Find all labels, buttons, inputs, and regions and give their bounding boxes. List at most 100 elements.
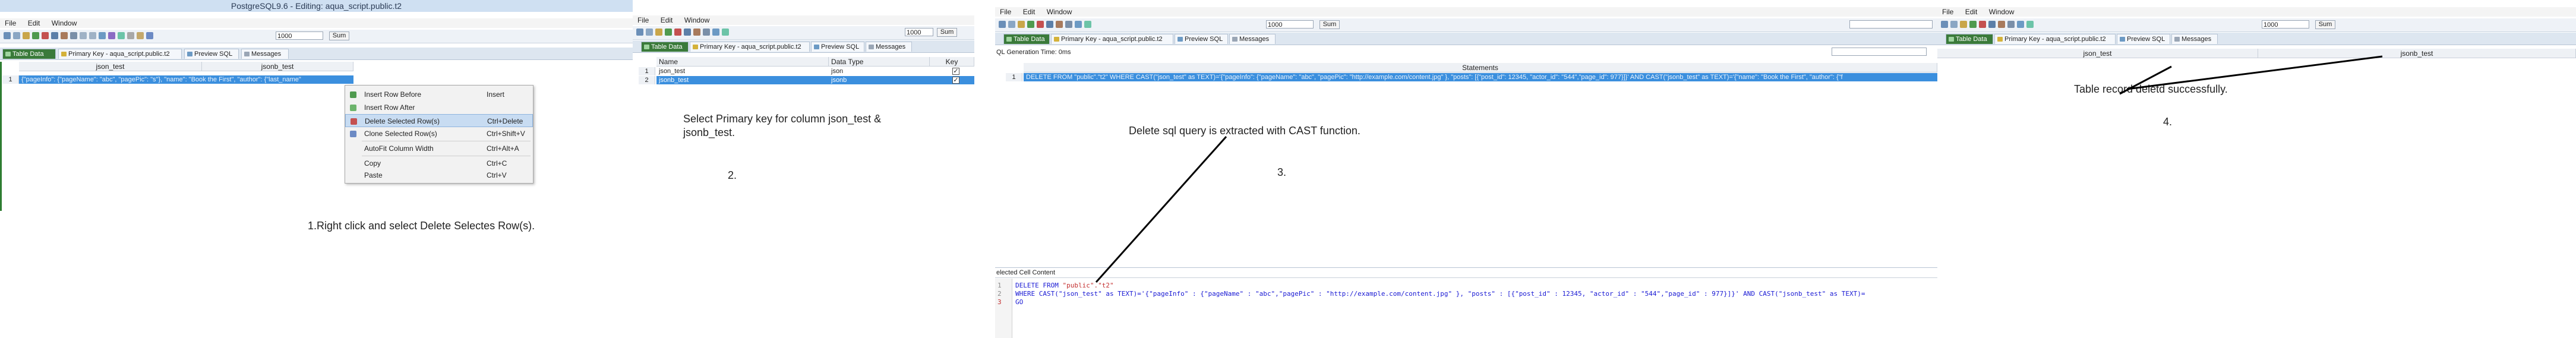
sort-icon[interactable] xyxy=(1075,21,1082,28)
row-number[interactable]: 2 xyxy=(639,76,655,84)
sort-icon[interactable] xyxy=(712,29,719,36)
add-row-icon[interactable] xyxy=(32,32,39,39)
column-header-jsonb-test[interactable]: jsonb_test xyxy=(202,62,353,71)
code-line-1[interactable]: DELETE FROM "public"."t2" xyxy=(1015,282,1114,289)
grid-icon[interactable] xyxy=(1084,21,1091,28)
menu-item-insert-row-after[interactable]: Insert Row After xyxy=(345,101,533,114)
help-icon[interactable] xyxy=(146,32,153,39)
filter-icon[interactable] xyxy=(655,29,662,36)
sum-button[interactable]: Sum xyxy=(1319,20,1340,29)
filter-icon[interactable] xyxy=(23,32,30,39)
save-icon[interactable] xyxy=(999,21,1006,28)
sum-button[interactable]: Sum xyxy=(329,31,349,40)
menu-item-delete-selected-rows[interactable]: Delete Selected Row(s) Ctrl+Delete xyxy=(345,114,533,127)
rollback-icon[interactable] xyxy=(693,29,700,36)
tab-preview-sql[interactable]: Preview SQL xyxy=(811,42,864,52)
tab-primary-key[interactable]: Primary Key - aqua_script.public.t2 xyxy=(1994,34,2116,44)
print-icon[interactable] xyxy=(127,32,134,39)
save-icon[interactable] xyxy=(1941,21,1948,28)
tab-messages[interactable]: Messages xyxy=(241,49,289,59)
commit-icon[interactable] xyxy=(1988,21,1996,28)
tab-table-data[interactable]: Table Data xyxy=(641,42,689,52)
sort-icon[interactable] xyxy=(2017,21,2024,28)
filter-icon[interactable] xyxy=(1018,21,1025,28)
commit-icon[interactable] xyxy=(684,29,691,36)
tab-table-data[interactable]: Table Data xyxy=(1946,34,1993,44)
tab-messages[interactable]: Messages xyxy=(1229,34,1276,44)
row-number[interactable]: 1 xyxy=(639,67,655,75)
menu-item-copy[interactable]: Copy Ctrl+C xyxy=(345,157,533,170)
row-limit-input[interactable]: 1000 xyxy=(1266,20,1314,29)
row-limit-input[interactable]: 1000 xyxy=(276,31,323,40)
delete-row-icon[interactable] xyxy=(1037,21,1044,28)
save-icon[interactable] xyxy=(4,32,11,39)
delete-row-icon[interactable] xyxy=(1979,21,1986,28)
menu-edit[interactable]: Edit xyxy=(1961,7,1982,17)
grid-icon[interactable] xyxy=(118,32,125,39)
column-header-jsonb-test[interactable]: jsonb_test xyxy=(2258,49,2576,58)
tab-messages[interactable]: Messages xyxy=(866,42,912,52)
code-line-2[interactable]: WHERE CAST("json_test" as TEXT)='{"pageI… xyxy=(1015,290,1865,298)
delete-row-icon[interactable] xyxy=(42,32,49,39)
row-limit-input[interactable]: 1000 xyxy=(905,28,933,36)
commit-icon[interactable] xyxy=(1046,21,1053,28)
table-row-selected[interactable]: jsonb_test jsonb ✓ xyxy=(656,76,974,84)
menu-window[interactable]: Window xyxy=(1042,7,1077,17)
column-header-key[interactable]: Key xyxy=(930,57,974,67)
tab-preview-sql[interactable]: Preview SQL xyxy=(2117,34,2170,44)
row-number[interactable]: 1 xyxy=(2,75,19,84)
column-header-name[interactable]: Name xyxy=(656,57,829,67)
menu-item-clone-selected-rows[interactable]: Clone Selected Row(s) Ctrl+Shift+V xyxy=(345,127,533,140)
menu-edit[interactable]: Edit xyxy=(23,18,45,28)
first-page-icon[interactable] xyxy=(80,32,87,39)
export-icon[interactable] xyxy=(2007,21,2015,28)
column-header-data-type[interactable]: Data Type xyxy=(829,57,930,67)
search-input[interactable] xyxy=(1849,20,1933,29)
menu-item-paste[interactable]: Paste Ctrl+V xyxy=(345,169,533,182)
menu-file[interactable]: File xyxy=(0,18,21,28)
menu-window[interactable]: Window xyxy=(1984,7,2019,17)
add-row-icon[interactable] xyxy=(1027,21,1034,28)
menu-edit[interactable]: Edit xyxy=(656,15,678,25)
menu-window[interactable]: Window xyxy=(47,18,82,28)
tab-table-data[interactable]: Table Data xyxy=(2,49,56,59)
sum-button[interactable]: Sum xyxy=(2315,20,2335,29)
tab-preview-sql[interactable]: Preview SQL xyxy=(184,49,239,59)
column-header-json-test[interactable]: json_test xyxy=(19,62,202,71)
column-header-json-test[interactable]: json_test xyxy=(1937,49,2258,58)
delete-row-icon[interactable] xyxy=(674,29,681,36)
menu-window[interactable]: Window xyxy=(680,15,715,25)
column-header-statements[interactable]: Statements xyxy=(1024,63,1937,72)
tab-primary-key[interactable]: Primary Key - aqua_script.public.t2 xyxy=(58,49,182,59)
chart-icon[interactable] xyxy=(108,32,115,39)
menu-file[interactable]: File xyxy=(995,7,1016,17)
filter-input[interactable] xyxy=(1832,48,1927,56)
table-row[interactable]: DELETE FROM "public"."t2" WHERE CAST("js… xyxy=(1024,73,1937,81)
rollback-icon[interactable] xyxy=(1998,21,2005,28)
menu-item-insert-row-before[interactable]: Insert Row Before Insert xyxy=(345,88,533,101)
add-row-icon[interactable] xyxy=(1969,21,1977,28)
commit-icon[interactable] xyxy=(51,32,58,39)
filter-icon[interactable] xyxy=(1960,21,1967,28)
refresh-icon[interactable] xyxy=(1008,21,1015,28)
tab-messages[interactable]: Messages xyxy=(2171,34,2218,44)
refresh-icon[interactable] xyxy=(646,29,653,36)
row-limit-input[interactable]: 1000 xyxy=(2262,20,2309,29)
row-number[interactable]: 1 xyxy=(1006,73,1022,81)
menu-edit[interactable]: Edit xyxy=(1018,7,1040,17)
menu-file[interactable]: File xyxy=(633,15,654,25)
rollback-icon[interactable] xyxy=(61,32,68,39)
table-row[interactable]: {"pageInfo": {"pageName": "abc", "pagePi… xyxy=(19,75,353,84)
tab-table-data[interactable]: Table Data xyxy=(1003,34,1050,44)
last-page-icon[interactable] xyxy=(89,32,96,39)
table-row[interactable]: json_test json ✓ xyxy=(656,67,974,75)
key-checkbox[interactable]: ✓ xyxy=(952,77,959,84)
code-line-3[interactable]: GO xyxy=(1015,298,1023,306)
grid-icon[interactable] xyxy=(722,29,729,36)
sort-icon[interactable] xyxy=(99,32,106,39)
settings-icon[interactable] xyxy=(137,32,144,39)
export-icon[interactable] xyxy=(703,29,710,36)
export-icon[interactable] xyxy=(1065,21,1072,28)
sum-button[interactable]: Sum xyxy=(937,28,957,37)
export-icon[interactable] xyxy=(70,32,77,39)
